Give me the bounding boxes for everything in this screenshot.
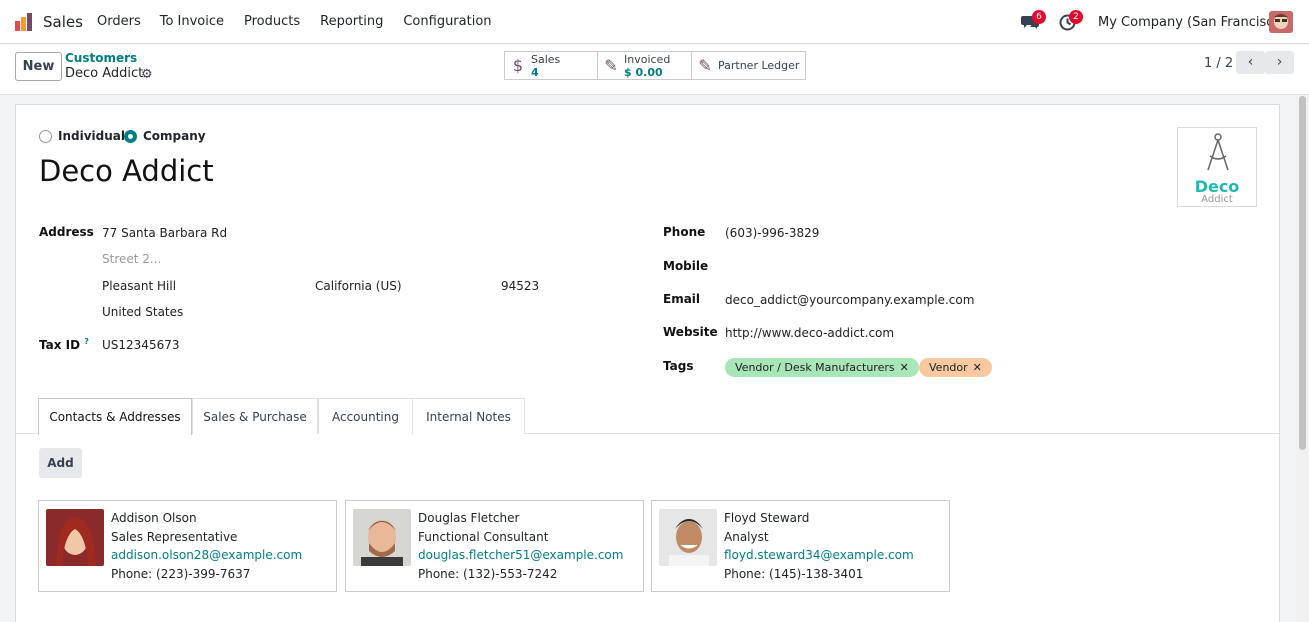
- contact-card[interactable]: Douglas Fletcher Functional Consultant d…: [345, 500, 644, 592]
- radio-company[interactable]: Company: [124, 129, 206, 143]
- city-field[interactable]: Pleasant Hill: [102, 279, 176, 293]
- taxid-label: Tax ID ?: [39, 337, 89, 352]
- tab-sales-purchase[interactable]: Sales & Purchase: [192, 398, 318, 434]
- street2-field[interactable]: Street 2...: [102, 252, 161, 266]
- mobile-label: Mobile: [663, 259, 709, 273]
- sales-app-icon[interactable]: [14, 12, 34, 32]
- contact-title: Sales Representative: [111, 530, 238, 544]
- control-panel: New Customers Deco Addict ⚙ $ Sales 4 ✎ I…: [0, 45, 1309, 95]
- taxid-label-text: Tax ID: [39, 338, 81, 352]
- help-icon[interactable]: ?: [84, 337, 89, 346]
- edit-icon: ✎: [698, 56, 712, 75]
- scrollbar-thumb[interactable]: [1299, 96, 1306, 450]
- contact-title: Functional Consultant: [418, 530, 549, 544]
- phone-field[interactable]: (603)-996-3829: [725, 226, 819, 240]
- menu-item-orders[interactable]: Orders: [97, 14, 141, 29]
- contact-name: Floyd Steward: [724, 511, 810, 525]
- top-navbar: Sales Orders To Invoice Products Reporti…: [0, 0, 1309, 44]
- state-field[interactable]: California (US): [315, 279, 402, 293]
- smart-button-sales[interactable]: $ Sales 4: [504, 51, 598, 80]
- street-field[interactable]: 77 Santa Barbara Rd: [102, 226, 227, 240]
- edit-icon: ✎: [604, 56, 618, 75]
- country-field[interactable]: United States: [102, 305, 183, 319]
- menu-item-configuration[interactable]: Configuration: [403, 14, 491, 29]
- contact-phone: Phone: (145)-138-3401: [724, 567, 864, 581]
- website-label: Website: [663, 325, 718, 339]
- smart-button-invoiced[interactable]: ✎ Invoiced $ 0.00: [597, 51, 692, 80]
- user-avatar[interactable]: [1269, 11, 1293, 33]
- smart-invoiced-label: Invoiced: [624, 52, 671, 66]
- breadcrumb-current: Deco Addict: [65, 66, 144, 81]
- contact-photo: [46, 509, 104, 566]
- smart-ledger-label: Partner Ledger: [718, 59, 800, 72]
- smart-sales-label: Sales: [531, 52, 561, 66]
- contact-photo: [659, 509, 717, 566]
- notebook-tabs: Contacts & Addresses Sales & Purchase Ac…: [16, 398, 1279, 435]
- tab-contacts-addresses[interactable]: Contacts & Addresses: [38, 398, 192, 435]
- radio-company-label: Company: [143, 129, 206, 143]
- partner-name[interactable]: Deco Addict: [39, 154, 214, 188]
- logo-text-bottom: Addict: [1201, 194, 1233, 205]
- menu-item-reporting[interactable]: Reporting: [320, 14, 383, 29]
- smart-invoiced-value: $ 0.00: [624, 65, 663, 79]
- zip-field[interactable]: 94523: [501, 279, 539, 293]
- tag-vendor[interactable]: Vendor ✕: [919, 358, 992, 377]
- radio-circle-icon: [39, 129, 52, 143]
- company-logo[interactable]: Deco Addict: [1177, 127, 1257, 207]
- form-sheet: Individual Company Deco Addict Deco Addi…: [15, 104, 1280, 622]
- close-icon[interactable]: ✕: [973, 361, 982, 374]
- website-field[interactable]: http://www.deco-addict.com: [725, 326, 894, 340]
- tab-accounting[interactable]: Accounting: [318, 398, 413, 434]
- menu-item-products[interactable]: Products: [244, 14, 300, 29]
- contact-photo: [353, 509, 411, 566]
- menu-item-to-invoice[interactable]: To Invoice: [160, 14, 224, 29]
- tag-label: Vendor: [929, 361, 968, 374]
- pager-previous-button[interactable]: ‹: [1236, 51, 1265, 74]
- dollar-icon: $: [512, 56, 524, 75]
- contact-title: Analyst: [724, 530, 769, 544]
- close-icon[interactable]: ✕: [900, 361, 909, 374]
- page-scrollbar[interactable]: [1296, 96, 1309, 622]
- gear-icon[interactable]: ⚙: [141, 67, 153, 82]
- contact-phone: Phone: (223)-399-7637: [111, 567, 251, 581]
- company-switcher[interactable]: My Company (San Francisco): [1098, 15, 1286, 30]
- smart-sales-value: 4: [531, 65, 539, 79]
- chat-count-badge: 6: [1032, 10, 1046, 24]
- email-label: Email: [663, 292, 701, 306]
- compass-icon: [1207, 133, 1229, 171]
- smart-button-partner-ledger[interactable]: ✎ Partner Ledger: [691, 51, 806, 80]
- breadcrumb-customers[interactable]: Customers: [65, 51, 137, 65]
- email-field[interactable]: deco_addict@yourcompany.example.com: [725, 293, 974, 307]
- radio-individual[interactable]: Individual: [39, 129, 125, 143]
- tag-vendor-desk-manufacturers[interactable]: Vendor / Desk Manufacturers ✕: [725, 358, 919, 377]
- address-label: Address: [39, 225, 94, 239]
- contact-email[interactable]: douglas.fletcher51@example.com: [418, 548, 623, 562]
- app-name[interactable]: Sales: [43, 13, 83, 31]
- activity-count-badge: 2: [1069, 10, 1083, 24]
- tag-label: Vendor / Desk Manufacturers: [735, 361, 895, 374]
- radio-individual-label: Individual: [58, 129, 125, 143]
- main-menu: Orders To Invoice Products Reporting Con…: [97, 14, 512, 29]
- contact-email[interactable]: floyd.steward34@example.com: [724, 548, 914, 562]
- tags-label: Tags: [663, 359, 694, 373]
- contact-name: Addison Olson: [111, 511, 197, 525]
- radio-checked-icon: [124, 129, 137, 143]
- contact-card[interactable]: Addison Olson Sales Representative addis…: [38, 500, 337, 592]
- pager-value[interactable]: 1 / 2: [1204, 56, 1233, 71]
- contact-card[interactable]: Floyd Steward Analyst floyd.steward34@ex…: [651, 500, 950, 592]
- taxid-field[interactable]: US12345673: [102, 338, 179, 352]
- contact-email[interactable]: addison.olson28@example.com: [111, 548, 302, 562]
- tab-internal-notes[interactable]: Internal Notes: [412, 398, 525, 434]
- add-contact-button[interactable]: Add: [39, 448, 82, 478]
- contact-phone: Phone: (132)-553-7242: [418, 567, 558, 581]
- pager-next-button[interactable]: ›: [1265, 51, 1294, 74]
- contact-name: Douglas Fletcher: [418, 511, 520, 525]
- new-button[interactable]: New: [15, 52, 62, 81]
- phone-label: Phone: [663, 225, 706, 239]
